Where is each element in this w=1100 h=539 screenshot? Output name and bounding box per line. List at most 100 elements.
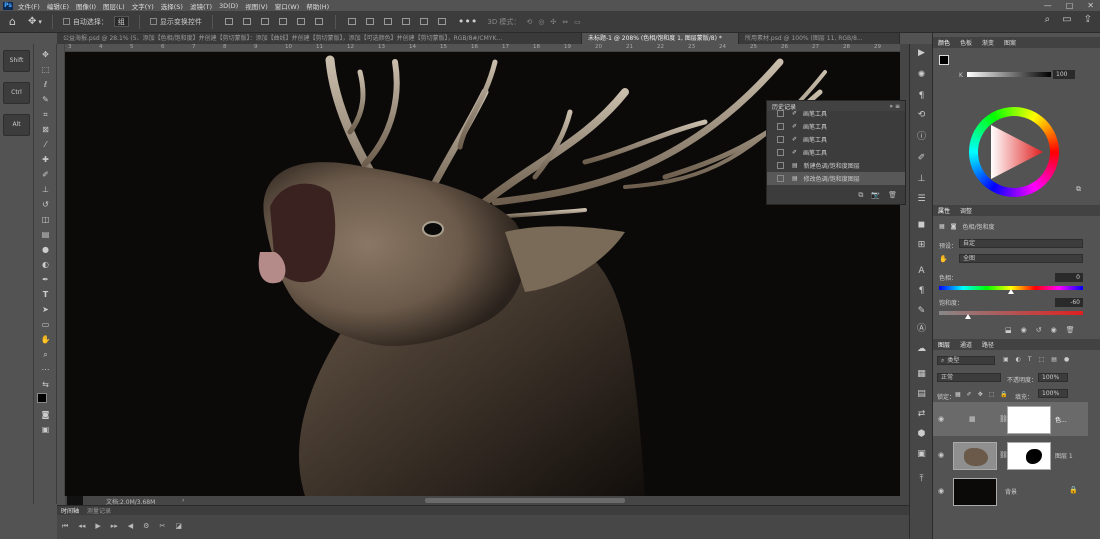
menu-help[interactable]: 帮助(H) [306, 1, 329, 11]
eraser-tool-icon[interactable]: ◫ [39, 215, 52, 225]
move-tool-icon[interactable]: ✥ [28, 16, 36, 27]
menu-window[interactable]: 窗口(W) [275, 1, 300, 11]
saturation-slider[interactable] [939, 311, 1083, 319]
menu-select[interactable]: 选择(S) [161, 1, 183, 11]
clip-to-layer-icon[interactable]: ⬓ [1005, 326, 1012, 334]
reset-icon[interactable]: ↺ [1036, 326, 1042, 334]
filter-type-icon[interactable]: T [1028, 356, 1032, 363]
notes-icon[interactable]: ▤ [916, 389, 927, 400]
swap-colors-icon[interactable]: ⇆ [39, 380, 52, 390]
foreground-color-swatch[interactable] [37, 393, 47, 403]
menu-3d[interactable]: 3D(D) [219, 2, 238, 10]
eyedropper-tool-icon[interactable]: ⁄ [39, 140, 52, 150]
menu-edit[interactable]: 编辑(E) [47, 1, 69, 11]
history-item[interactable]: ✐ 画笔工具 [767, 120, 905, 133]
auto-select-dropdown[interactable]: 组 [113, 16, 129, 27]
ctrl-key-button[interactable]: Ctrl [3, 82, 30, 104]
swatches-icon[interactable]: ⊞ [916, 240, 927, 251]
gradient-tool-icon[interactable]: ▤ [39, 230, 52, 240]
saturation-value-field[interactable]: -60 [1055, 298, 1083, 307]
visibility-eye-icon[interactable]: ◉ [938, 415, 944, 423]
saturation-slider-thumb[interactable] [964, 314, 971, 319]
view-previous-icon[interactable]: ◉ [1021, 326, 1027, 334]
library-icon[interactable]: ☁ [916, 344, 927, 355]
paragraph-icon[interactable]: ¶ [916, 91, 927, 102]
zoom-tool-icon[interactable]: ⌕ [39, 350, 52, 360]
tab-properties[interactable]: 属性 [933, 206, 955, 215]
align-vcenter-icon[interactable] [295, 18, 307, 25]
zoom-field[interactable] [67, 496, 83, 505]
3d-roll-icon[interactable]: ◎ [538, 18, 544, 26]
fg-color-swatch[interactable] [939, 55, 949, 65]
align-left-icon[interactable] [223, 18, 235, 25]
filter-shape-icon[interactable]: ⬚ [1039, 356, 1045, 363]
properties-icon[interactable]: ☰ [916, 194, 927, 205]
screen-mode-icon[interactable]: ▣ [39, 425, 52, 435]
export-icon[interactable]: ⤒ [916, 474, 927, 485]
maximize-button[interactable]: □ [1066, 0, 1074, 11]
hue-slider[interactable] [939, 286, 1083, 294]
tab-timeline[interactable]: 时间轴 [57, 506, 83, 515]
tab-materials-psd[interactable]: 所用素材.psd @ 100% (图层 11, RGB/8... [739, 33, 900, 44]
search-icon[interactable]: ⌕ [1045, 14, 1051, 25]
character-icon[interactable]: A [916, 266, 927, 277]
color-wheel[interactable] [969, 107, 1059, 197]
timeline-icon[interactable]: ▣ [916, 449, 927, 460]
layer-thumbnail[interactable] [953, 442, 997, 470]
move-tool-icon[interactable]: ✥ [39, 50, 52, 60]
blur-tool-icon[interactable]: ● [39, 245, 52, 255]
align-hcenter-icon[interactable] [241, 18, 253, 25]
lock-artboard-icon[interactable]: ⬚ [989, 391, 995, 398]
marquee-tool-icon[interactable]: ⬚ [39, 65, 52, 75]
settings-icon[interactable]: ⚙ [143, 522, 149, 531]
menu-layer[interactable]: 图层(L) [103, 1, 125, 11]
layer-filter-dropdown[interactable]: ⌕ 类型 [937, 356, 995, 365]
visibility-eye-icon[interactable]: ◉ [938, 451, 944, 459]
history-item[interactable]: ▤ 新建色调/饱和度图层 [767, 159, 905, 172]
alt-key-button[interactable]: Alt [3, 114, 30, 136]
color-panel-icon[interactable]: ◼ [916, 220, 927, 231]
panel-collapse-icon[interactable]: » ≡ [884, 103, 905, 110]
history-brush-tool-icon[interactable]: ↺ [39, 200, 52, 210]
show-transform-checkbox[interactable]: 显示变换控件 [149, 17, 202, 27]
info-icon[interactable]: ⓘ [916, 132, 927, 143]
k-value-field[interactable]: 100 [1053, 70, 1075, 79]
glyphs-icon[interactable]: Ⓐ [916, 324, 927, 335]
snapshot-icon[interactable]: 📷 [871, 191, 880, 200]
status-menu-icon[interactable]: › [182, 497, 184, 504]
opacity-field[interactable]: 100% [1038, 373, 1068, 382]
first-frame-icon[interactable]: ⏮ [62, 522, 68, 531]
crop-tool-icon[interactable]: ⌗ [39, 110, 52, 120]
filter-adjustment-icon[interactable]: ◐ [1016, 356, 1021, 363]
layer-row-hue-saturation[interactable]: ◉ ▦ ⛓ 色... [933, 402, 1088, 436]
tab-swatches[interactable]: 色板 [955, 38, 977, 47]
lock-all-icon[interactable]: 🔒 [1000, 391, 1007, 398]
tab-measurement-log[interactable]: 测量记录 [83, 506, 115, 515]
layer-row-background[interactable]: ◉ 背景 🔒 [933, 474, 1088, 508]
delete-adjustment-icon[interactable]: 🗑 [1066, 326, 1075, 334]
close-button[interactable]: ✕ [1087, 0, 1094, 11]
more-tools-icon[interactable]: ⋯ [39, 365, 52, 375]
tab-paths[interactable]: 路径 [977, 340, 999, 349]
shift-key-button[interactable]: Shift [3, 50, 30, 72]
filter-pixel-icon[interactable]: ▣ [1003, 356, 1009, 363]
distribute-right-icon[interactable] [436, 18, 448, 25]
frame-tool-icon[interactable]: ⊠ [39, 125, 52, 135]
new-document-from-state-icon[interactable]: ⧉ [858, 191, 863, 200]
healing-tool-icon[interactable]: ✚ [39, 155, 52, 165]
align-right-icon[interactable] [259, 18, 271, 25]
home-icon[interactable]: ⌂ [9, 15, 16, 28]
lock-transparency-icon[interactable]: ▦ [955, 391, 961, 398]
tool-preset-dropdown-icon[interactable]: ▾ [38, 18, 42, 26]
history-item[interactable]: ✐ 画笔工具 [767, 133, 905, 146]
quick-select-tool-icon[interactable]: ✎ [39, 95, 52, 105]
quick-mask-icon[interactable]: ◙ [39, 410, 52, 420]
on-image-adjust-icon[interactable]: ✋ [939, 255, 948, 263]
menu-filter[interactable]: 滤镜(T) [190, 1, 212, 11]
layer-thumbnail[interactable] [953, 478, 997, 506]
distribute-bottom-icon[interactable] [382, 18, 394, 25]
tab-gradients[interactable]: 渐变 [977, 38, 999, 47]
pen-tool-icon[interactable]: ✒ [39, 275, 52, 285]
tab-poster-psd[interactable]: 公益海报.psd @ 28.1% (5、添加【色相/饱和度】并创建【剪切蒙版】：… [57, 33, 582, 44]
distribute-vcenter-icon[interactable] [364, 18, 376, 25]
